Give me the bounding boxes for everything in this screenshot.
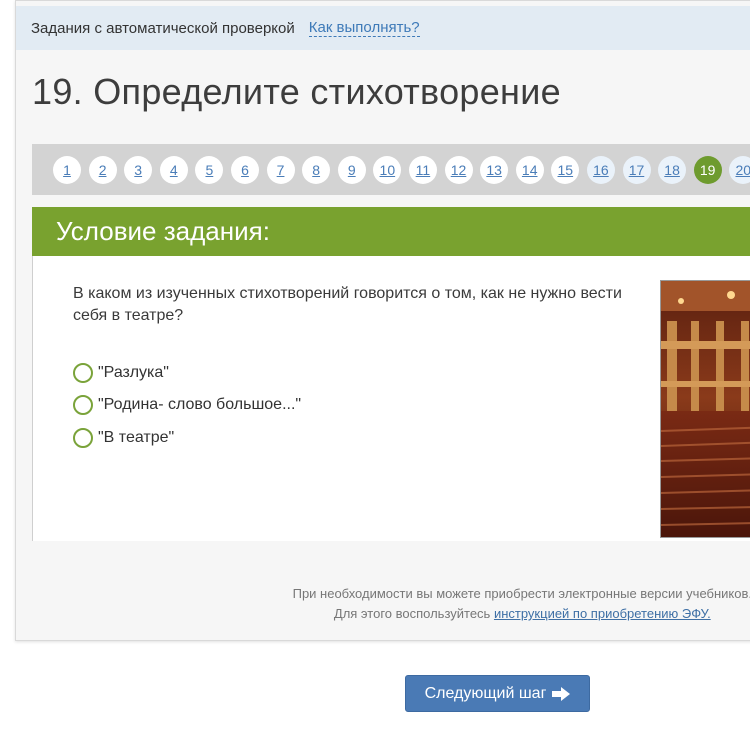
page-number-label: 10 <box>379 161 396 178</box>
page-number[interactable]: 20 <box>729 155 750 184</box>
question-text: В каком из изученных стихотворений говор… <box>73 285 622 324</box>
page-number[interactable]: 8 <box>302 155 331 184</box>
page-number-label: 12 <box>450 161 467 178</box>
footer-line1: При необходимости вы можете приобрести э… <box>292 586 750 601</box>
page-number-label: 1 <box>63 161 71 178</box>
page-number[interactable]: 15 <box>551 155 580 184</box>
page-number[interactable]: 5 <box>195 155 224 184</box>
page-number[interactable]: 16 <box>586 155 615 184</box>
page-number-label: 7 <box>276 161 285 178</box>
page-number-label: 13 <box>486 161 502 178</box>
footer-line2-prefix: Для этого воспользуйтесь <box>333 606 494 621</box>
radio-button[interactable] <box>73 363 93 383</box>
task-pager: 1 2 3 4 5 6 7 8 9 10 11 12 13 14 15 16 17 18 19 20 <box>32 144 750 195</box>
how-to-link[interactable]: Как выполнять? <box>308 19 420 37</box>
answer-label: "Разлука" <box>98 364 169 381</box>
page-number[interactable]: 10 <box>373 155 402 184</box>
page-number-label: 17 <box>628 161 645 178</box>
radio-button[interactable] <box>73 428 93 448</box>
next-step-label: Следующий шаг <box>424 684 547 702</box>
page-number-label: 9 <box>347 161 356 178</box>
page-number[interactable]: 1 <box>53 155 81 184</box>
page-number[interactable]: 6 <box>230 155 259 184</box>
page-number[interactable]: 12 <box>444 155 473 184</box>
page-number[interactable]: 3 <box>124 155 153 184</box>
page-number[interactable]: 14 <box>515 155 544 184</box>
page-number-label: 3 <box>134 161 143 178</box>
page-number[interactable]: 18 <box>658 155 687 184</box>
page-number-label: 15 <box>557 161 574 178</box>
page-number[interactable]: 9 <box>337 155 366 184</box>
page-number-label: 4 <box>169 161 178 178</box>
page-number-label: 14 <box>521 161 538 178</box>
page-number-label: 8 <box>312 161 321 178</box>
answer-option[interactable]: "Разлука" <box>73 363 169 383</box>
page-number[interactable]: 4 <box>159 155 188 184</box>
theatre-hall-image <box>660 280 750 538</box>
page-number-label: 18 <box>664 161 680 178</box>
task-type-bar: Задания с автоматической проверкой Как в… <box>16 6 750 50</box>
answer-option[interactable]: "Родина- слово большое..." <box>73 395 301 415</box>
condition-body: В каком из изученных стихотворений говор… <box>32 256 750 541</box>
page-number[interactable]: 17 <box>622 155 651 184</box>
page-number-label: 6 <box>241 161 249 178</box>
page-number[interactable]: 11 <box>408 155 437 184</box>
next-step-button[interactable]: Следующий шаг <box>405 675 590 712</box>
answer-label: "Родина- слово большое..." <box>98 396 302 413</box>
page-number[interactable]: 13 <box>480 155 509 184</box>
task-card: Задания с автоматической проверкой Как в… <box>15 0 750 641</box>
answer-option[interactable]: "В театре" <box>73 428 174 448</box>
page-number-label: 11 <box>415 161 431 178</box>
page-number-label: 20 <box>735 161 750 178</box>
efu-instruction-link[interactable]: инструкцией по приобретению ЭФУ. <box>494 606 711 621</box>
arrow-right-icon <box>552 686 571 701</box>
page-number-label: 2 <box>98 161 107 178</box>
page-number-label: 16 <box>593 161 609 178</box>
page-number-active[interactable]: 19 <box>693 155 722 184</box>
answer-label: "В театре" <box>98 429 175 446</box>
page-number[interactable]: 7 <box>266 155 295 184</box>
page-number[interactable]: 2 <box>88 155 117 184</box>
task-type-label: Задания с автоматической проверкой <box>31 19 295 37</box>
page-number-label: 19 <box>699 161 716 178</box>
radio-button[interactable] <box>73 395 93 415</box>
page-title: 19. Определите стихотворение <box>32 71 561 112</box>
page-number-label: 5 <box>205 161 214 178</box>
condition-header: Условие задания: <box>32 207 750 256</box>
footer-note: При необходимости вы можете приобрести э… <box>293 584 750 624</box>
